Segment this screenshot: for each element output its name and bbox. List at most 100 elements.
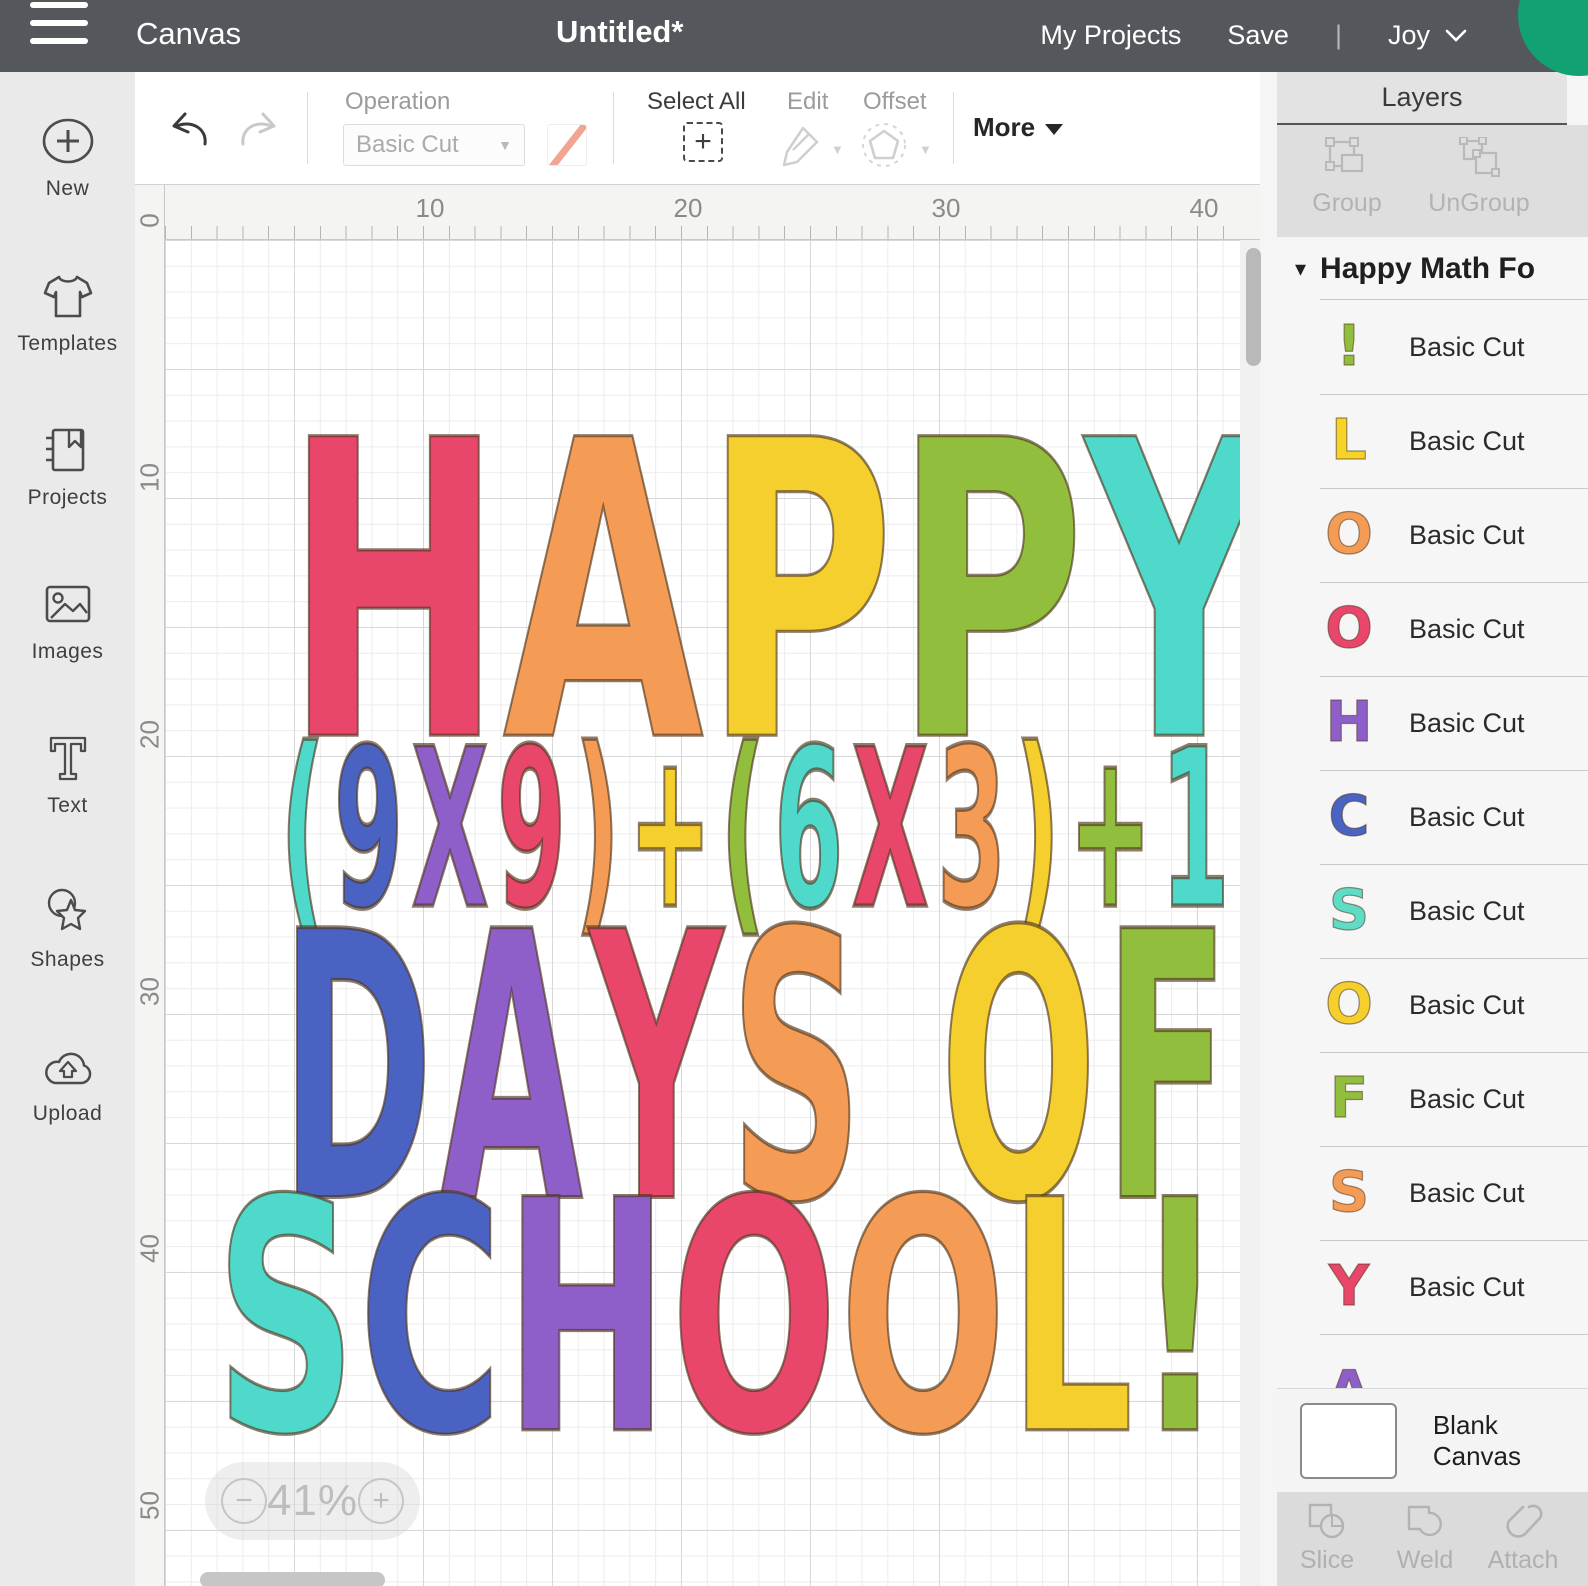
notebook-icon xyxy=(41,424,95,476)
machine-selector[interactable]: Joy xyxy=(1388,20,1468,51)
ruler-tick-label: 30 xyxy=(135,975,166,1009)
cricut-design-space: Canvas Untitled* My Projects Save | Joy … xyxy=(0,0,1588,1586)
layer-row[interactable]: Y Basic Cut xyxy=(1277,1240,1588,1334)
canvas-workspace: 10203040 01020304050 HAPPY(9X9)+(6X3)+1D… xyxy=(135,185,1260,1586)
operation-value: Basic Cut xyxy=(356,131,459,159)
sidebar-item-label: Projects xyxy=(28,486,108,510)
sidebar-item-label: Shapes xyxy=(30,948,104,972)
layers-list: !Basic CutLBasic CutOBasic CutOBasic Cut… xyxy=(1277,300,1588,1388)
sidebar-item-upload[interactable]: Upload xyxy=(0,1006,135,1160)
ungroup-icon xyxy=(1456,137,1502,181)
hamburger-menu-icon[interactable] xyxy=(30,2,88,48)
project-title[interactable]: Untitled* xyxy=(556,14,683,50)
group-toolbar: Group UnGroup xyxy=(1277,125,1588,237)
layer-row[interactable]: OBasic Cut xyxy=(1277,958,1588,1052)
layer-glyph: A xyxy=(1321,1364,1377,1388)
layer-operation-label: Basic Cut xyxy=(1409,1272,1525,1303)
layer-operation-label: Basic Cut xyxy=(1409,614,1525,645)
topbar-separator: | xyxy=(1335,20,1342,51)
offset-label: Offset xyxy=(863,88,927,116)
design-letter[interactable]: O xyxy=(670,1195,837,1445)
design-letter[interactable]: H xyxy=(504,1195,669,1445)
design-artwork[interactable]: HAPPY(9X9)+(6X3)+1DAYS OFSCHOOL! xyxy=(165,240,1240,1586)
machine-name: Joy xyxy=(1388,20,1430,51)
design-letter[interactable]: S xyxy=(215,1195,357,1445)
group-icon xyxy=(1324,137,1370,181)
layer-row[interactable]: O Basic Cut xyxy=(1277,488,1588,582)
design-letter[interactable]: L xyxy=(1008,1195,1134,1445)
zoom-control: − 41% + xyxy=(205,1462,420,1540)
layer-row[interactable]: H Basic Cut xyxy=(1277,676,1588,770)
my-projects-link[interactable]: My Projects xyxy=(1040,20,1181,51)
offset-pentagon-icon[interactable] xyxy=(857,120,911,170)
layer-operation-label: Basic Cut xyxy=(1409,520,1525,551)
zoom-out-button[interactable]: − xyxy=(221,1478,267,1524)
layer-glyph: Y xyxy=(1321,1259,1377,1315)
slice-button[interactable]: Slice xyxy=(1277,1500,1377,1575)
layer-row[interactable]: A xyxy=(1277,1334,1588,1388)
save-button[interactable]: Save xyxy=(1227,20,1289,51)
more-caret-icon xyxy=(1045,124,1063,135)
ruler-tick-label: 20 xyxy=(135,718,166,752)
layer-row[interactable]: SBasic Cut xyxy=(1277,864,1588,958)
select-all-button[interactable]: + xyxy=(683,122,723,162)
sidebar-item-text[interactable]: Text xyxy=(0,698,135,852)
sidebar-item-new[interactable]: New xyxy=(0,82,135,236)
layer-row[interactable]: !Basic Cut xyxy=(1277,300,1588,394)
ruler-tick-label: 40 xyxy=(135,1232,166,1266)
layer-row[interactable]: F Basic Cut xyxy=(1277,1052,1588,1146)
layer-glyph: S xyxy=(1321,1165,1377,1221)
layer-operation-label: Basic Cut xyxy=(1409,1178,1525,1209)
collapse-caret-icon[interactable]: ▾ xyxy=(1295,256,1306,282)
layer-glyph: O xyxy=(1321,507,1377,563)
canvas-grid[interactable]: HAPPY(9X9)+(6X3)+1DAYS OFSCHOOL! − 41% + xyxy=(165,240,1240,1586)
layer-row[interactable]: L Basic Cut xyxy=(1277,394,1588,488)
edit-pencil-icon[interactable] xyxy=(773,120,825,168)
ungroup-button[interactable]: UnGroup xyxy=(1419,137,1539,218)
design-letter[interactable]: O xyxy=(839,1195,1006,1445)
vertical-scrollbar[interactable] xyxy=(1246,248,1261,366)
ruler-tick-label: 0 xyxy=(135,204,166,238)
operation-label: Operation xyxy=(345,88,450,116)
zoom-in-button[interactable]: + xyxy=(358,1478,404,1524)
redo-icon[interactable] xyxy=(235,106,285,152)
color-swatch[interactable] xyxy=(547,124,587,166)
layer-operation-label: Basic Cut xyxy=(1409,426,1525,457)
design-row[interactable]: SCHOOL! xyxy=(215,1195,1225,1445)
operation-dropdown[interactable]: Basic Cut ▼ xyxy=(343,124,525,166)
layer-row[interactable]: O Basic Cut xyxy=(1277,582,1588,676)
design-letter[interactable]: ! xyxy=(1135,1195,1225,1445)
undo-icon[interactable] xyxy=(163,106,213,152)
blank-canvas-row[interactable]: Blank Canvas xyxy=(1277,1388,1588,1492)
layer-glyph: ! xyxy=(1321,319,1377,375)
layer-group-header[interactable]: ▾ Happy Math Fo xyxy=(1277,237,1588,300)
layer-glyph: L xyxy=(1321,413,1377,469)
horizontal-ruler: 10203040 xyxy=(165,185,1260,240)
make-it-button[interactable] xyxy=(1518,0,1588,76)
slice-icon xyxy=(1305,1500,1349,1542)
layer-glyph: O xyxy=(1321,977,1377,1033)
group-button[interactable]: Group xyxy=(1287,137,1407,218)
sidebar-item-projects[interactable]: Projects xyxy=(0,390,135,544)
ruler-tick-label: 40 xyxy=(1190,193,1219,224)
vertical-ruler: 01020304050 xyxy=(135,185,165,1586)
weld-button[interactable]: Weld xyxy=(1375,1500,1475,1575)
layer-row[interactable]: S Basic Cut xyxy=(1277,1146,1588,1240)
ruler-tick-label: 10 xyxy=(135,461,166,495)
layer-row[interactable]: CBasic Cut xyxy=(1277,770,1588,864)
layer-glyph: F xyxy=(1321,1071,1377,1127)
layer-operation-label: Basic Cut xyxy=(1409,708,1525,739)
layer-glyph: O xyxy=(1321,601,1377,657)
horizontal-scrollbar[interactable] xyxy=(200,1572,385,1586)
edit-toolbar: Operation Basic Cut ▼ Select All + Edit … xyxy=(135,72,1260,185)
sidebar-item-images[interactable]: Images xyxy=(0,544,135,698)
weld-icon xyxy=(1403,1500,1447,1542)
sidebar-item-shapes[interactable]: Shapes xyxy=(0,852,135,1006)
sidebar-item-templates[interactable]: Templates xyxy=(0,236,135,390)
design-letter[interactable]: C xyxy=(358,1195,503,1445)
attach-button[interactable]: Attach xyxy=(1473,1500,1573,1575)
more-button[interactable]: More xyxy=(973,112,1063,143)
sidebar-item-label: Images xyxy=(32,640,104,664)
layer-operation-label: Basic Cut xyxy=(1409,1084,1525,1115)
layer-glyph: H xyxy=(1321,695,1377,751)
